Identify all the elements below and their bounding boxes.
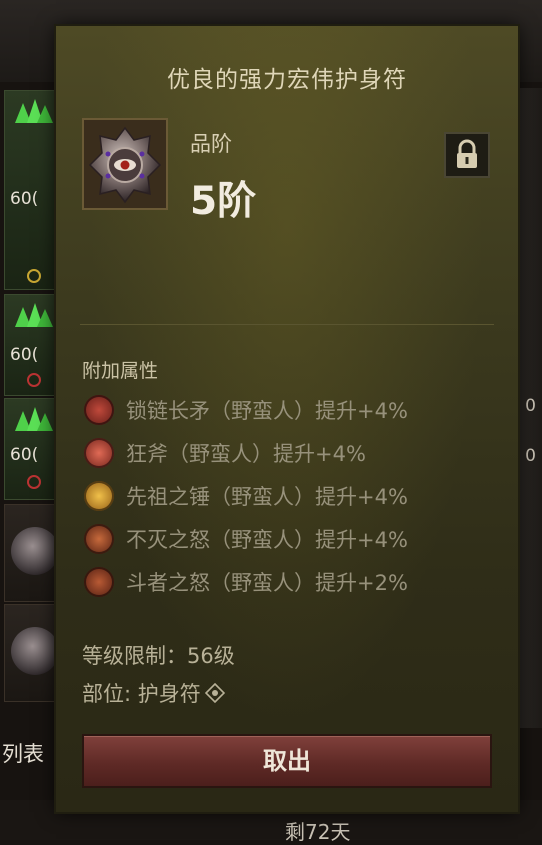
list-item: 不灭之怒（野蛮人）提升+4% — [84, 517, 504, 560]
background-level-text: 60( — [10, 345, 39, 365]
background-right-number: 0 — [525, 396, 536, 416]
item-detail-popup: 优良的强力宏伟护身符 品阶 5阶 附加属性 锁链长矛（野蛮人）提升+4% 狂斧（… — [56, 26, 518, 812]
attributes-heading: 附加属性 — [82, 360, 159, 382]
background-level-text: 60( — [10, 189, 39, 209]
attributes-list: 锁链长矛（野蛮人）提升+4% 狂斧（野蛮人）提升+4% 先祖之锤（野蛮人）提升+… — [84, 388, 504, 603]
background-right-column: 0 0 — [518, 88, 542, 728]
background-level-text: 60( — [10, 445, 39, 465]
list-item: 狂斧（野蛮人）提升+4% — [84, 431, 504, 474]
attribute-text: 狂斧（野蛮人）提升+4% — [126, 441, 366, 466]
item-icon-frame — [82, 118, 168, 210]
attribute-text: 先祖之锤（野蛮人）提升+4% — [126, 484, 408, 509]
attribute-text: 斗者之怒（野蛮人）提升+2% — [126, 570, 408, 595]
take-out-button[interactable]: 取出 — [82, 734, 492, 788]
chain-spear-skill-icon — [84, 394, 114, 425]
amulet-icon — [11, 627, 59, 675]
level-requirement: 等级限制：56级 — [82, 644, 235, 668]
background-right-number: 0 — [525, 446, 536, 466]
undying-rage-skill-icon — [84, 523, 114, 554]
section-divider — [80, 324, 494, 325]
lock-button[interactable] — [444, 132, 490, 178]
grade-value: 5阶 — [190, 179, 257, 224]
equip-slot: 部位: 护身符 — [82, 678, 225, 708]
amulet-icon — [11, 527, 59, 575]
frenzy-axe-skill-icon — [84, 437, 114, 468]
upgrade-arrows-icon — [15, 303, 53, 327]
remaining-days-text: 剩72天 — [285, 820, 351, 844]
attribute-text: 不灭之怒（野蛮人）提升+4% — [126, 527, 408, 552]
status-dot — [27, 373, 41, 387]
amulet-icon — [88, 126, 162, 204]
lock-icon — [457, 139, 477, 168]
status-dot — [27, 475, 41, 489]
status-dot — [27, 269, 41, 283]
list-tab-label[interactable]: 列表 — [2, 738, 44, 768]
fighter-rage-skill-icon — [84, 566, 114, 597]
attribute-text: 锁链长矛（野蛮人）提升+4% — [126, 398, 408, 423]
ancestor-hammer-skill-icon — [84, 480, 114, 511]
item-title: 优良的强力宏伟护身符 — [167, 67, 407, 93]
grade-label: 品阶 — [190, 132, 232, 156]
upgrade-arrows-icon — [15, 407, 53, 431]
list-item: 先祖之锤（野蛮人）提升+4% — [84, 474, 504, 517]
list-item: 锁链长矛（野蛮人）提升+4% — [84, 388, 504, 431]
upgrade-arrows-icon — [15, 99, 53, 123]
list-item: 斗者之怒（野蛮人）提升+2% — [84, 560, 504, 603]
amulet-slot-icon — [204, 683, 225, 703]
equip-slot-text: 部位: 护身符 — [82, 682, 201, 706]
